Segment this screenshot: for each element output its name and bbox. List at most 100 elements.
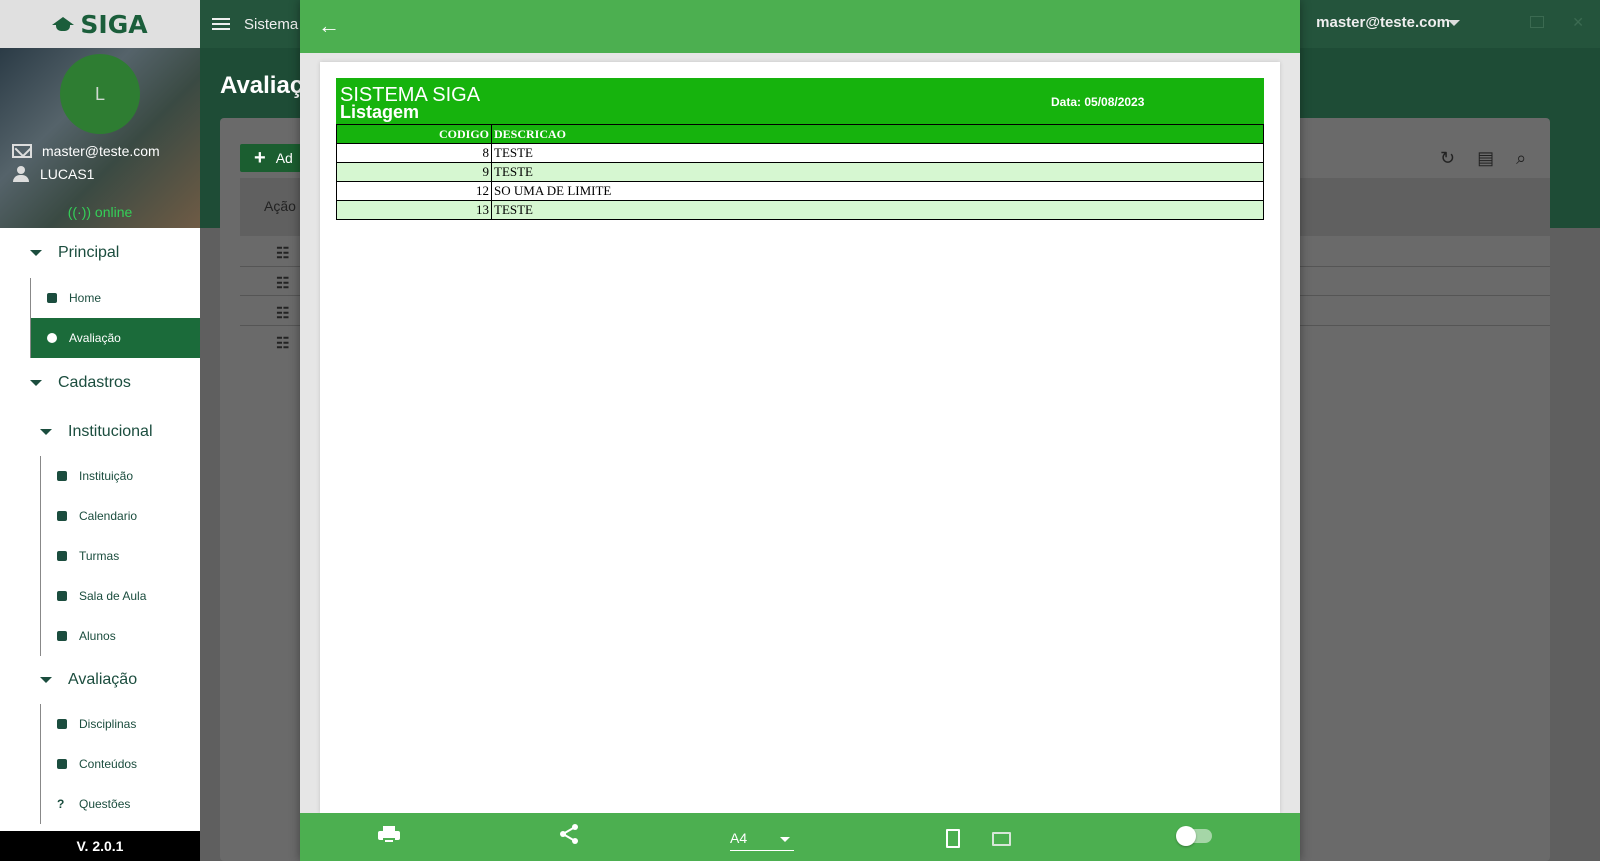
page-size-value: A4 [730,830,748,846]
sidebar: SIGA L master@teste.com LUCAS1 ((·)) onl… [0,0,200,861]
report-page: SISTEMA SIGA Listagem Data: 05/08/2023 C… [320,62,1280,813]
sidebar-item-label: Sala de Aula [79,589,147,603]
menu-subgroup-institucional[interactable]: Institucional [0,408,200,456]
avatar: L [60,54,140,134]
share-glyph [560,824,578,844]
sidebar-item-label: Turmas [79,549,120,563]
sidebar-item-label: Avaliação [69,331,121,345]
caret-down-icon [40,677,52,683]
report-table-header: CODIGO DESCRICAO [336,124,1264,144]
sidebar-item-disciplinas[interactable]: Disciplinas [41,704,200,744]
col-descricao: DESCRICAO [491,124,1264,144]
caret-down-icon [780,837,790,842]
page-size-select[interactable]: A4 [730,825,794,851]
restore-icon[interactable] [1530,16,1544,28]
person-icon [12,166,30,182]
close-icon[interactable]: ✕ [1572,14,1584,31]
menu-group-label: Institucional [68,423,153,440]
sidebar-item-conteudos[interactable]: Conteúdos [41,744,200,784]
sidebar-item-label: Questões [79,797,131,811]
back-arrow-icon[interactable]: ← [318,14,340,38]
portrait-icon[interactable] [946,829,960,848]
logo-text: SIGA [80,9,148,39]
menu-group-principal[interactable]: Principal [0,228,200,278]
caret-down-icon [30,250,42,256]
menu-icon[interactable] [212,18,230,30]
tree-icon [57,759,67,769]
cell-codigo: 12 [336,181,492,201]
sidebar-item-label: Calendario [79,509,138,523]
sidebar-item-label: Alunos [79,629,116,643]
online-label: online [94,204,133,220]
question-icon: ? [57,797,65,811]
menu-group-cadastros[interactable]: Cadastros [0,358,200,408]
school-icon [57,471,67,481]
home-icon [47,293,57,303]
col-codigo: CODIGO [336,124,492,144]
group-icon [57,551,67,561]
toggle-switch[interactable] [1176,826,1212,846]
principal-items: Home Avaliação [30,278,200,358]
print-icon[interactable] [378,826,400,844]
book-icon [57,719,67,729]
sidebar-item-turmas[interactable]: Turmas [41,536,200,576]
edit-list-icon[interactable]: ☷ [276,304,292,322]
menu-subgroup-avaliacao[interactable]: Avaliação [0,656,200,704]
menu-group-label: Principal [58,244,120,261]
printer-paper-out [383,838,395,844]
topbar-user[interactable]: master@teste.com [1316,14,1450,31]
refresh-icon[interactable]: ↻ [1440,148,1455,169]
table-row: 12 SO UMA DE LIMITE [336,181,1264,201]
search-icon[interactable]: ⌕ [1516,148,1526,169]
add-button-label: Ad [275,150,293,166]
cell-descricao: TESTE [491,200,1264,220]
logo: SIGA [0,0,200,48]
edit-list-icon[interactable]: ☷ [276,334,292,352]
cell-codigo: 9 [336,162,492,182]
profile-email-row: master@teste.com [12,143,160,159]
share-icon[interactable] [558,823,580,845]
edit-list-icon[interactable]: ☷ [276,274,292,292]
profile-user-row: LUCAS1 [12,166,94,182]
sidebar-item-questoes[interactable]: ? Questões [41,784,200,824]
profile-email: master@teste.com [42,143,160,159]
menu-group-label: Avaliação [68,671,138,688]
sidebar-menu: Principal Home Avaliação Cadastros Insti… [0,228,200,824]
institucional-items: Instituição Calendario Turmas Sala de Au… [40,456,200,656]
menu-group-label: Cadastros [58,374,131,391]
profile-panel: L master@teste.com LUCAS1 ((·)) online [0,48,200,228]
sidebar-item-instituicao[interactable]: Instituição [41,456,200,496]
table-row: 9 TESTE [336,162,1264,182]
version-label: V. 2.0.1 [0,831,200,861]
print-preview-dialog: ← SISTEMA SIGA Listagem Data: 05/08/2023… [300,0,1300,861]
sidebar-item-sala[interactable]: Sala de Aula [41,576,200,616]
preview-bottom-bar: A4 [300,813,1300,861]
page-title: Avaliaç [220,72,304,99]
caret-down-icon[interactable] [1448,20,1460,26]
online-status: ((·)) online [0,204,200,220]
sidebar-item-label: Conteúdos [79,757,138,771]
report-header: SISTEMA SIGA Listagem Data: 05/08/2023 [336,78,1264,124]
cell-descricao: TESTE [491,143,1264,163]
edit-list-icon[interactable]: ☷ [276,244,292,262]
report-table: CODIGO DESCRICAO 8 TESTE 9 TESTE 12 SO U… [336,124,1264,220]
mail-icon [12,144,32,158]
sidebar-item-label: Instituição [79,469,134,483]
sidebar-item-alunos[interactable]: Alunos [41,616,200,656]
classroom-icon [57,591,67,601]
lightbulb-icon [47,333,57,343]
table-row: 8 TESTE [336,143,1264,163]
cell-descricao: TESTE [491,162,1264,182]
table-row: 13 TESTE [336,200,1264,220]
card-toolbar: ↻ ▤ ⌕ [1440,148,1526,169]
profile-username: LUCAS1 [40,166,95,182]
sidebar-item-home[interactable]: Home [31,278,200,318]
sidebar-item-calendario[interactable]: Calendario [41,496,200,536]
plus-icon: + [254,146,266,169]
landscape-icon[interactable] [992,832,1011,846]
print-icon[interactable]: ▤ [1477,148,1494,169]
calendar-icon [57,511,67,521]
graduation-cap-icon [52,17,75,31]
sidebar-item-avaliacao[interactable]: Avaliação [31,318,200,358]
caret-down-icon [30,380,42,386]
